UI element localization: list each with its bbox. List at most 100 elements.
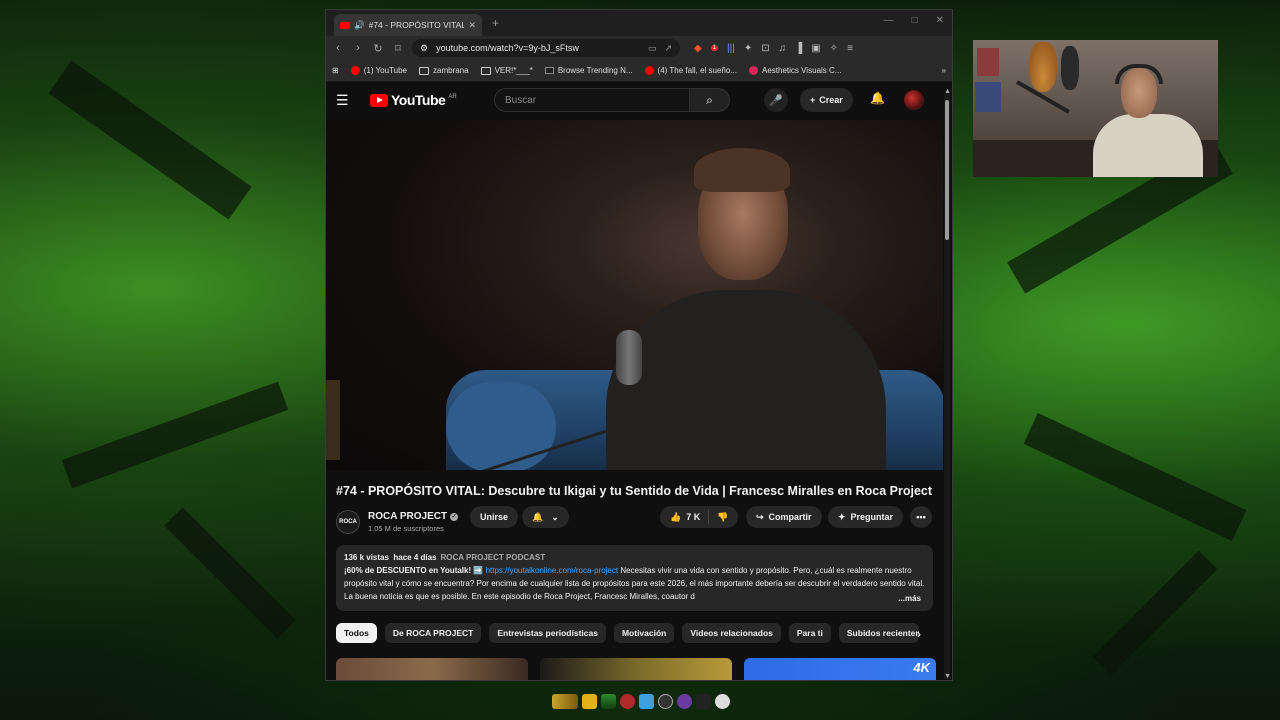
- background-shape: [1092, 550, 1218, 676]
- description-meta: 136 k vistas hace 4 días ROCA PROJECT POD…: [344, 553, 546, 562]
- chip-for-you[interactable]: Para ti: [788, 623, 831, 643]
- youtube-favicon-icon: [340, 21, 350, 29]
- account-avatar[interactable]: [904, 90, 924, 110]
- description-link[interactable]: https://youtalkonline.com/roca-project: [486, 566, 619, 575]
- menu-icon[interactable]: ≡: [847, 43, 853, 54]
- app-icon: [677, 694, 692, 709]
- bookmark-icon[interactable]: ⌑: [392, 42, 404, 55]
- hashtag[interactable]: ROCA PROJECT PODCAST: [441, 553, 546, 562]
- bookmarks-bar: ⊞ (1) YouTube zambrana VER!*___* Browse …: [326, 60, 952, 82]
- app-icon: [639, 694, 654, 709]
- bookmark-item[interactable]: Aesthetics Visuals C...: [748, 66, 841, 75]
- rewards-badge[interactable]: 1: [710, 45, 719, 51]
- wallet-icon[interactable]: ▣: [811, 43, 820, 54]
- create-button[interactable]: + Crear: [800, 88, 853, 112]
- chip-motivation[interactable]: Motivación: [613, 623, 675, 643]
- address-bar[interactable]: ⚙ youtube.com/watch?v=9y-bJ_sFtsw ▭ ↗: [412, 39, 680, 57]
- reload-button[interactable]: ↻: [372, 42, 384, 55]
- more-actions-button[interactable]: •••: [910, 506, 932, 528]
- window-controls: — □ ✕: [884, 15, 944, 26]
- app-icon: [696, 694, 711, 709]
- webcam-guitar: [1061, 46, 1079, 90]
- new-tab-button[interactable]: +: [492, 16, 499, 30]
- microphone-icon[interactable]: 🎤: [764, 88, 788, 112]
- back-button[interactable]: ‹: [332, 42, 344, 54]
- background-shape: [48, 60, 252, 220]
- chip-channel[interactable]: De ROCA PROJECT: [384, 623, 482, 643]
- background-shape: [164, 507, 296, 639]
- video-thumbnail[interactable]: 4K: [744, 658, 936, 680]
- page-scrollbar[interactable]: [944, 94, 950, 679]
- youtube-logo[interactable]: YouTube AR: [370, 92, 457, 108]
- video-thumbnail[interactable]: [540, 658, 732, 680]
- join-button[interactable]: Unirse: [470, 506, 519, 528]
- cast-icon[interactable]: ▭: [648, 43, 657, 54]
- search-input[interactable]: Buscar: [494, 88, 690, 112]
- like-button[interactable]: 👍 7 K: [660, 510, 710, 524]
- video-title: #74 - PROPÓSITO VITAL: Descubre tu Ikiga…: [336, 484, 933, 498]
- screenshot-icon[interactable]: ⊡: [761, 43, 769, 54]
- channel-avatar[interactable]: ROCA: [336, 510, 360, 534]
- music-icon[interactable]: ♫: [779, 43, 787, 54]
- video-player[interactable]: [326, 120, 943, 470]
- watch-info: #74 - PROPÓSITO VITAL: Descubre tu Ikiga…: [326, 478, 943, 643]
- description-box[interactable]: 136 k vistas hace 4 días ROCA PROJECT POD…: [336, 545, 933, 611]
- more-bookmarks-icon[interactable]: »: [942, 66, 946, 75]
- webcam-poster: [977, 48, 999, 76]
- youtube-header: ☰ YouTube AR Buscar ⌕ 🎤 + Crear 🔔: [326, 82, 952, 118]
- bookmark-folder[interactable]: VER!*___*: [480, 66, 533, 75]
- forward-button[interactable]: ›: [352, 42, 364, 54]
- minimize-button[interactable]: —: [884, 15, 894, 26]
- chevron-right-icon[interactable]: ›: [917, 627, 921, 641]
- bell-icon: 🔔: [532, 511, 544, 522]
- hamburger-menu-icon[interactable]: ☰: [336, 92, 360, 109]
- folder-icon: [480, 66, 491, 75]
- app-icon: [658, 694, 673, 709]
- share-button[interactable]: ↪ Compartir: [746, 506, 822, 528]
- chip-all[interactable]: Todos: [336, 623, 377, 643]
- url-text[interactable]: youtube.com/watch?v=9y-bJ_sFtsw: [436, 43, 640, 53]
- video-thumbnail[interactable]: [336, 658, 528, 680]
- scroll-down-icon[interactable]: ▼: [944, 673, 951, 680]
- webcam-guitar: [1029, 42, 1057, 92]
- verified-icon: ✓: [450, 512, 459, 521]
- chip-interviews[interactable]: Entrevistas periodísticas: [489, 623, 606, 643]
- search-icon[interactable]: ⌕: [690, 88, 730, 112]
- apps-icon[interactable]: ⊞: [332, 66, 339, 75]
- sidebar-icon[interactable]: ▐: [795, 43, 802, 54]
- app-icon: [601, 694, 616, 709]
- close-window-button[interactable]: ✕: [936, 15, 944, 26]
- extension-icon[interactable]: |||: [727, 43, 735, 54]
- navigation-bar: ‹ › ↻ ⌑ ⚙ youtube.com/watch?v=9y-bJ_sFts…: [326, 36, 952, 60]
- leo-icon[interactable]: ✧: [830, 43, 838, 54]
- chip-related[interactable]: Videos relacionados: [682, 623, 781, 643]
- ask-button[interactable]: ✦ Preguntar: [828, 506, 904, 528]
- app-icon: [620, 694, 635, 709]
- notifications-bell-icon[interactable]: 🔔: [870, 91, 885, 105]
- overlay-icon-tray: [552, 694, 730, 709]
- site-icon: [544, 67, 554, 74]
- bookmark-item[interactable]: Browse Trending N...: [544, 66, 633, 75]
- audio-icon[interactable]: 🔊: [354, 20, 365, 31]
- tab-close-icon[interactable]: ✕: [468, 20, 476, 31]
- channel-name[interactable]: ROCA PROJECT ✓: [368, 511, 459, 522]
- chip-recent[interactable]: Subidos recientemente: [838, 623, 919, 643]
- video-frame-person-hair: [694, 148, 790, 192]
- scrollbar-thumb[interactable]: [945, 100, 949, 240]
- dislike-button[interactable]: 👎: [709, 512, 738, 523]
- notification-dropdown[interactable]: 🔔 ⌄: [522, 506, 569, 528]
- show-more-button[interactable]: ...más: [894, 592, 921, 605]
- bookmark-folder[interactable]: zambrana: [419, 66, 469, 75]
- browser-window: 🔊 #74 - PROPÓSITO VITAL: Des ✕ + — □ ✕ ‹…: [325, 9, 953, 681]
- maximize-button[interactable]: □: [912, 15, 918, 26]
- brave-shields-icon[interactable]: ◆: [694, 43, 702, 54]
- active-tab[interactable]: 🔊 #74 - PROPÓSITO VITAL: Des ✕: [334, 14, 482, 36]
- background-shape: [1023, 412, 1247, 542]
- site-info-icon[interactable]: ⚙: [420, 43, 428, 54]
- like-dislike-group: 👍 7 K 👎: [660, 506, 739, 528]
- bookmark-item[interactable]: (4) The fall, el sueño...: [644, 66, 737, 75]
- share-page-icon[interactable]: ↗: [664, 43, 672, 54]
- puzzle-icon[interactable]: ✦: [744, 43, 752, 54]
- bookmark-item[interactable]: (1) YouTube: [350, 66, 407, 75]
- scroll-up-icon[interactable]: ▲: [944, 88, 951, 95]
